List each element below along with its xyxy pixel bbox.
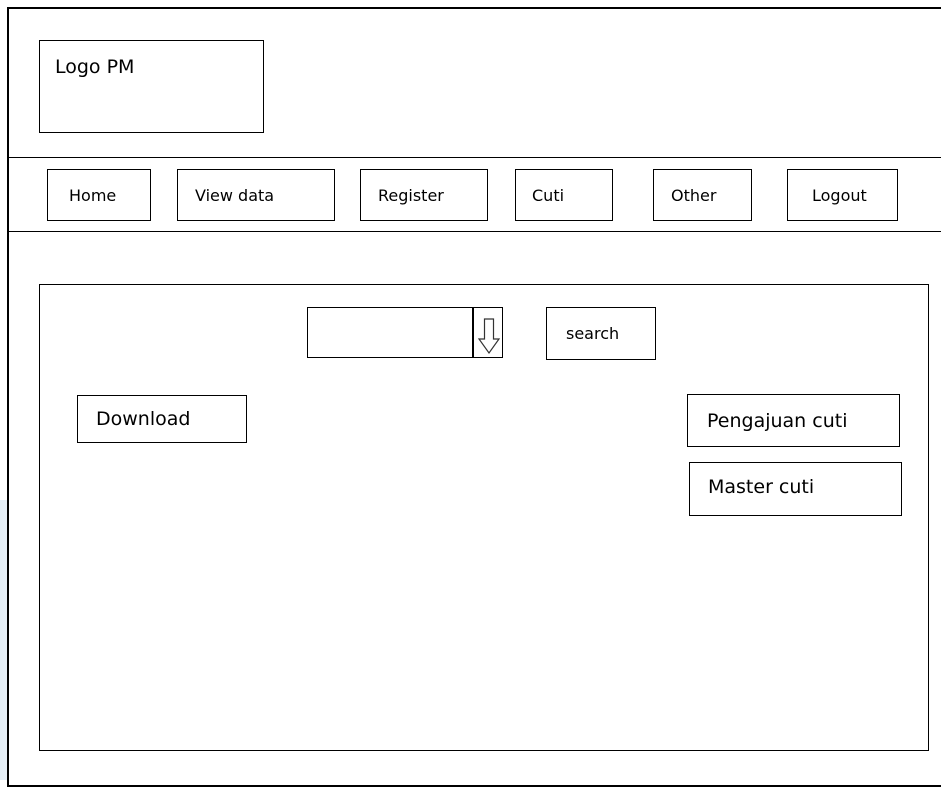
download-button[interactable]: Download	[77, 395, 247, 443]
master-cuti-label: Master cuti	[708, 476, 815, 498]
logo-placeholder: Logo PM	[39, 40, 264, 133]
logo-label: Logo PM	[55, 56, 135, 78]
pengajuan-cuti-label: Pengajuan cuti	[707, 409, 848, 432]
nav-item-label: Register	[378, 185, 444, 205]
page-frame: Logo PM Home View data Register Cuti Oth…	[7, 7, 941, 787]
nav-item-register[interactable]: Register	[360, 169, 488, 221]
pengajuan-cuti-button[interactable]: Pengajuan cuti	[687, 394, 900, 447]
search-dropdown-button[interactable]	[473, 307, 503, 358]
nav-item-label: Logout	[812, 185, 867, 205]
nav-divider-bottom	[9, 231, 941, 232]
nav-item-label: Cuti	[532, 185, 565, 205]
nav-item-label: Home	[69, 185, 117, 205]
nav-item-label: Other	[671, 185, 717, 205]
nav-item-view-data[interactable]: View data	[177, 169, 335, 221]
nav-item-cuti[interactable]: Cuti	[515, 169, 613, 221]
nav-item-logout[interactable]: Logout	[787, 169, 898, 221]
nav-item-label: View data	[195, 185, 275, 205]
search-input[interactable]	[307, 307, 473, 358]
down-arrow-icon	[477, 318, 501, 355]
nav-divider-top	[9, 157, 941, 158]
nav-item-other[interactable]: Other	[653, 169, 752, 221]
master-cuti-button[interactable]: Master cuti	[689, 462, 902, 516]
search-button-label: search	[566, 324, 620, 343]
search-button[interactable]: search	[546, 307, 656, 360]
download-button-label: Download	[96, 408, 191, 430]
nav-item-home[interactable]: Home	[47, 169, 151, 221]
